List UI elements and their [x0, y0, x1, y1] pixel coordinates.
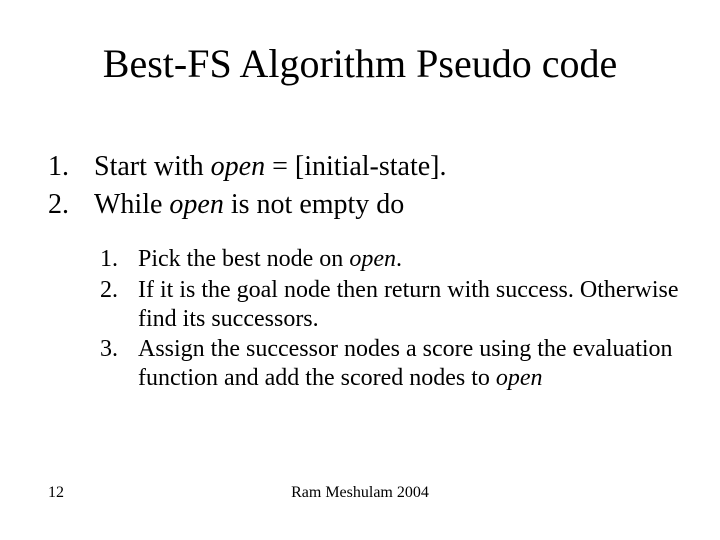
list-number: 1. [48, 150, 94, 184]
list-item: 2. If it is the goal node then return wi… [100, 276, 680, 334]
list-number: 2. [100, 276, 138, 334]
italic-text: open [211, 151, 265, 182]
list-item: 1. Start with open = [initial-state]. [48, 150, 680, 184]
text: Assign the successor nodes a score using… [138, 336, 673, 391]
list-number: 1. [100, 245, 138, 274]
list-text: While open is not empty do [94, 188, 404, 222]
text: While [94, 189, 169, 220]
list-item: 3. Assign the successor nodes a score us… [100, 335, 680, 393]
list-text: Assign the successor nodes a score using… [138, 335, 680, 393]
text: If it is the goal node then return with … [138, 277, 679, 332]
list-item: 1. Pick the best node on open. [100, 245, 680, 274]
list-text: Start with open = [initial-state]. [94, 150, 447, 184]
italic-text: open [169, 189, 223, 220]
slide: Best-FS Algorithm Pseudo code 1. Start w… [0, 0, 720, 540]
text: Pick the best node on [138, 246, 349, 272]
italic-text: open [349, 246, 396, 272]
list-number: 3. [100, 335, 138, 393]
list-number: 2. [48, 188, 94, 222]
outer-list: 1. Start with open = [initial-state]. 2.… [48, 150, 680, 225]
footer-credit: Ram Meshulam 2004 [0, 484, 720, 502]
list-text: If it is the goal node then return with … [138, 276, 680, 334]
inner-list: 1. Pick the best node on open. 2. If it … [100, 245, 680, 395]
text: . [396, 246, 402, 272]
slide-title: Best-FS Algorithm Pseudo code [0, 40, 720, 87]
text: Start with [94, 151, 211, 182]
text: is not empty do [224, 189, 404, 220]
italic-text: open [496, 365, 543, 391]
text: = [initial-state]. [265, 151, 446, 182]
list-text: Pick the best node on open. [138, 245, 402, 274]
list-item: 2. While open is not empty do [48, 188, 680, 222]
